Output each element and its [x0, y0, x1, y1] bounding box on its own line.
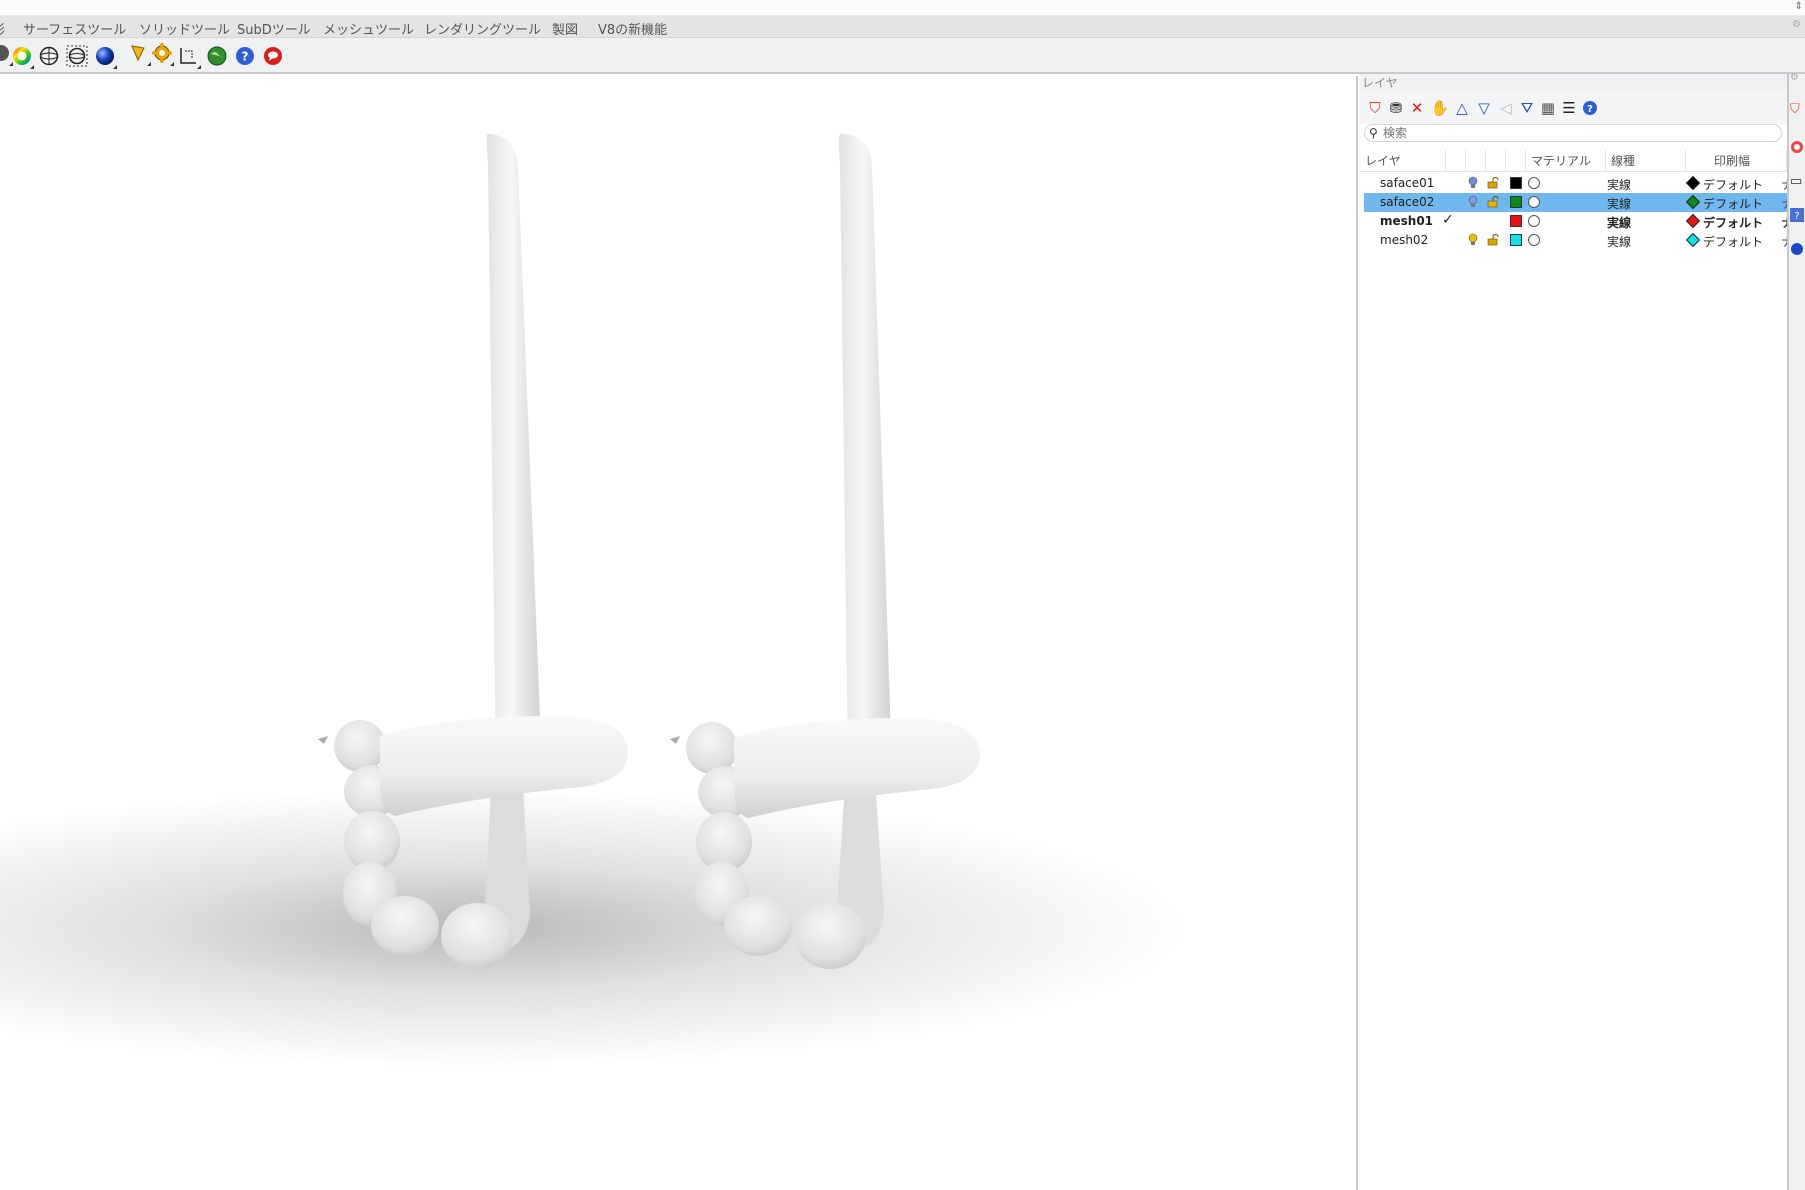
- floor-shadow: [0, 788, 1190, 1068]
- gear-icon[interactable]: ⚙: [1792, 19, 1801, 30]
- layer-print-width[interactable]: デフォルト: [1703, 176, 1763, 193]
- sphere-wire-icon[interactable]: [36, 43, 62, 69]
- support-chat-icon[interactable]: [260, 43, 286, 69]
- layer-row[interactable]: saface02実線デフォルトナ: [1364, 193, 1787, 212]
- unlock-icon[interactable]: [1487, 176, 1499, 192]
- search-input[interactable]: [1383, 126, 1773, 140]
- layer-linetype[interactable]: 実線: [1607, 233, 1631, 250]
- unlock-icon[interactable]: [1487, 195, 1499, 211]
- rendered-viewport[interactable]: [0, 76, 1358, 1190]
- layer-name[interactable]: saface02: [1380, 195, 1434, 209]
- scroll-arrows-icon[interactable]: ⇕: [1795, 1, 1803, 12]
- tab-surface-tools[interactable]: サーフェスツール: [23, 19, 126, 38]
- layer-linetype[interactable]: 実線: [1607, 195, 1631, 212]
- toolbar-tabs: 形 サーフェスツール ソリッドツール SubDツール メッシュツール レンダリン…: [0, 16, 1805, 38]
- layer-color-swatch[interactable]: [1510, 177, 1522, 189]
- layer-print-width[interactable]: デフォルト: [1703, 195, 1763, 212]
- layer-name[interactable]: saface01: [1380, 176, 1434, 190]
- tab-shape[interactable]: 形: [0, 19, 5, 38]
- print-color-diamond-icon[interactable]: [1685, 175, 1701, 191]
- layer-linetype[interactable]: 実線: [1607, 214, 1631, 231]
- svg-text:?: ?: [1794, 211, 1799, 222]
- layer-table-header: レイヤ マテリアル 線種 印刷幅: [1360, 150, 1787, 172]
- svg-text:?: ?: [242, 50, 249, 64]
- help-icon[interactable]: ?: [1580, 98, 1600, 118]
- print-color-diamond-icon[interactable]: [1685, 232, 1701, 248]
- new-sublayer-icon[interactable]: ⛃: [1386, 98, 1406, 118]
- new-layer-icon[interactable]: ⛉: [1365, 98, 1385, 118]
- layer-color-swatch[interactable]: [1510, 196, 1522, 208]
- move-down-icon[interactable]: ▽: [1474, 98, 1494, 118]
- column-lock[interactable]: [1486, 150, 1506, 172]
- print-color-diamond-icon[interactable]: [1685, 194, 1701, 210]
- lightbulb-icon[interactable]: [1468, 176, 1478, 193]
- column-printwidth[interactable]: 印刷幅: [1686, 150, 1787, 172]
- layer-search: ⚲: [1364, 124, 1782, 142]
- layer-row[interactable]: mesh01✓実線デフォルトナ: [1364, 212, 1787, 231]
- move-out-icon[interactable]: ◁: [1496, 98, 1516, 118]
- layer-toolbar: ⛉ ⛃ ✕ ✋ △ ▽ ◁ ⛛ ▦ ☰ ?: [1360, 92, 1787, 124]
- layer-color-swatch[interactable]: [1510, 234, 1522, 246]
- layers-panel: レイヤ ⛉ ⛃ ✕ ✋ △ ▽ ◁ ⛛ ▦ ☰ ? ⚲ レイヤ マテリアル 線種…: [1360, 74, 1787, 1190]
- layer-color-swatch[interactable]: [1510, 215, 1522, 227]
- column-material[interactable]: マテリアル: [1526, 150, 1606, 172]
- help-icon[interactable]: ?: [1790, 208, 1804, 222]
- side-panel-tabs: ⚙ ⛉ ▭ ?: [1789, 72, 1805, 1190]
- tab-drafting[interactable]: 製図: [552, 19, 578, 38]
- hand-icon[interactable]: ✋: [1430, 98, 1450, 118]
- layer-print-width[interactable]: デフォルト: [1703, 214, 1763, 231]
- color-wheel-icon[interactable]: [9, 43, 35, 69]
- column-visible[interactable]: [1466, 150, 1486, 172]
- material-circle-icon[interactable]: [1528, 234, 1540, 246]
- layer-print-width[interactable]: デフォルト: [1703, 233, 1763, 250]
- layer-linetype[interactable]: 実線: [1607, 176, 1631, 193]
- help-icon[interactable]: ?: [232, 43, 258, 69]
- search-icon: ⚲: [1369, 126, 1378, 140]
- globe-icon[interactable]: [204, 43, 230, 69]
- tab-solid-tools[interactable]: ソリッドツール: [139, 19, 230, 38]
- layer-name[interactable]: mesh01: [1380, 214, 1433, 228]
- gear-icon[interactable]: ⚙: [1790, 72, 1804, 86]
- table-icon[interactable]: ▦: [1538, 98, 1558, 118]
- title-strip: ⇕: [0, 0, 1805, 16]
- rendering-toolbar: ?: [0, 38, 1805, 74]
- environment-icon[interactable]: [64, 43, 90, 69]
- svg-text:?: ?: [1587, 104, 1593, 115]
- panel-title: レイヤ: [1360, 74, 1787, 92]
- tab-v8-new-features[interactable]: V8の新機能: [598, 19, 667, 38]
- column-linetype[interactable]: 線種: [1606, 150, 1686, 172]
- column-layer[interactable]: レイヤ: [1360, 150, 1446, 172]
- column-color[interactable]: [1506, 150, 1526, 172]
- column-current[interactable]: [1446, 150, 1466, 172]
- material-circle-icon[interactable]: [1528, 215, 1540, 227]
- material-circle-icon[interactable]: [1528, 196, 1540, 208]
- display-icon[interactable]: ▭: [1790, 174, 1804, 189]
- layer-panel-tab-icon[interactable]: ⛉: [1790, 102, 1804, 117]
- filter-icon[interactable]: ⛛: [1517, 98, 1537, 118]
- unlock-icon[interactable]: [1487, 233, 1499, 249]
- lightbulb-icon[interactable]: [1468, 195, 1478, 212]
- current-layer-check-icon[interactable]: ✓: [1442, 212, 1454, 228]
- layer-row[interactable]: mesh02実線デフォルトナ: [1364, 231, 1787, 250]
- material-sphere-icon[interactable]: [1790, 242, 1804, 256]
- material-circle-icon[interactable]: [1528, 177, 1540, 189]
- layer-name[interactable]: mesh02: [1380, 233, 1428, 247]
- dimension-icon[interactable]: [176, 43, 202, 69]
- tab-mesh-tools[interactable]: メッシュツール: [323, 19, 414, 38]
- tab-subd-tools[interactable]: SubDツール: [237, 19, 311, 38]
- color-wheel-icon[interactable]: [1790, 140, 1804, 154]
- lightbulb-icon[interactable]: [1468, 233, 1478, 250]
- move-up-icon[interactable]: △: [1452, 98, 1472, 118]
- print-color-diamond-icon[interactable]: [1685, 213, 1701, 229]
- render-settings-icon[interactable]: [149, 40, 175, 66]
- menu-icon[interactable]: ☰: [1559, 98, 1579, 118]
- material-sphere-icon[interactable]: [92, 43, 118, 69]
- layer-row[interactable]: saface01実線デフォルトナ: [1364, 174, 1787, 193]
- delete-icon[interactable]: ✕: [1407, 98, 1427, 118]
- tab-rendering-tools[interactable]: レンダリングツール: [424, 19, 541, 38]
